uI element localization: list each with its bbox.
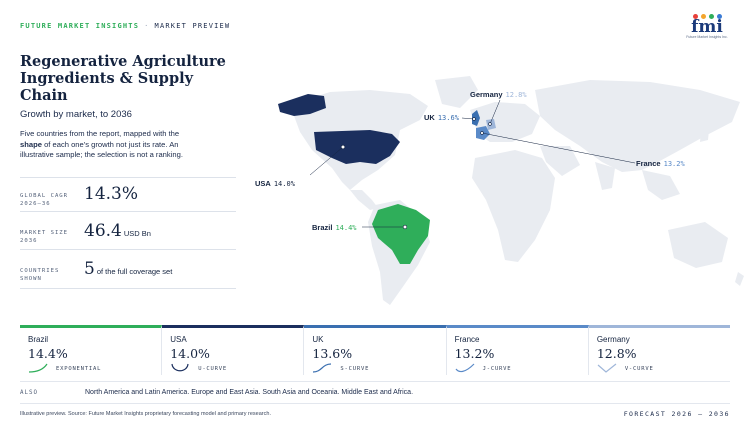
map-label-germany[interactable]: Germany 12.8% <box>470 90 527 99</box>
logo-word: fmi <box>691 17 723 37</box>
card-country-name: USA <box>170 335 187 344</box>
landmass-southeast-asia <box>642 170 680 200</box>
eyebrow-separator: · <box>144 22 150 30</box>
card-growth-shape: S-CURVE <box>340 366 370 372</box>
also-label: ALSO <box>20 390 38 396</box>
v-curve-icon <box>597 363 617 373</box>
stat-value: 14.3% <box>84 184 138 204</box>
card-growth-shape: U-CURVE <box>198 366 227 372</box>
footer-source: Illustrative preview. Source: Future Mar… <box>20 411 271 417</box>
map-label-rate: 14.0% <box>273 180 295 188</box>
landmass-africa <box>472 150 555 262</box>
landmass-central-america <box>350 190 378 210</box>
map-label-country: France <box>636 159 661 168</box>
world-landmass <box>290 76 744 305</box>
landmass-new-zealand <box>735 272 744 286</box>
card-country-name: UK <box>312 335 324 344</box>
card-growth-rate: 13.2% <box>454 346 495 361</box>
exponential-curve-icon <box>28 363 48 373</box>
page-title: Regenerative Agriculture Ingredients & S… <box>20 53 226 104</box>
cagr-value: 14.3% <box>84 184 139 204</box>
logo-subtitle: Future Market Insights Inc. <box>686 35 728 39</box>
country-card-usa[interactable]: USA 14.0% U-CURVE <box>162 325 305 375</box>
eyebrow: FUTURE MARKET INSIGHTS · MARKET PREVIEW <box>20 22 230 30</box>
card-growth-rate: 13.6% <box>312 346 353 361</box>
pin-uk[interactable] <box>472 117 476 121</box>
card-growth-rate: 14.0% <box>170 346 210 361</box>
also-regions: North America and Latin America. Europe … <box>85 389 414 396</box>
card-growth-shape: V-CURVE <box>624 366 654 372</box>
card-country-name: France <box>454 335 480 344</box>
map-label-country: UK <box>424 113 435 122</box>
stat-label: MARKET SIZE 2036 <box>20 230 69 244</box>
u-curve-icon <box>171 363 189 372</box>
stat-market-size: MARKET SIZE 2036 46.4 USD Bn <box>20 211 236 249</box>
stat-global-cagr: GLOBAL CAGR 2026–36 14.3% <box>20 177 236 211</box>
stat-countries-shown: COUNTRIES SHOWN 5 of the full coverage se… <box>20 249 236 289</box>
country-card-germany[interactable]: Germany 12.8% V-CURVE <box>588 325 731 375</box>
card-country-name: Germany <box>596 335 630 344</box>
map-label-country: Brazil <box>312 223 333 232</box>
map-label-rate: 13.6% <box>437 114 459 122</box>
map-label-rate: 14.4% <box>335 224 357 232</box>
pin-usa[interactable] <box>340 144 346 150</box>
also-row: ALSO North America and Latin America. Eu… <box>20 381 730 404</box>
pin-brazil[interactable] <box>402 224 408 230</box>
j-curve-icon <box>455 363 475 373</box>
brand-name: FUTURE MARKET INSIGHTS <box>20 22 140 30</box>
countries-note: of the full coverage set <box>96 267 173 276</box>
map-label-france[interactable]: France 13.2% <box>636 159 685 168</box>
stat-value: 46.4 USD Bn <box>84 221 151 241</box>
map-label-usa[interactable]: USA 14.0% <box>255 179 295 188</box>
section-name: MARKET PREVIEW <box>154 22 231 30</box>
world-map: Germany 12.8% UK 13.6% France 13.2% USA 14.0… <box>250 50 750 315</box>
country-card-france[interactable]: France 13.2% J-CURVE <box>446 325 589 375</box>
map-label-rate: 12.8% <box>505 91 527 99</box>
page-subtitle: Growth by market, to 2036 <box>20 109 132 120</box>
map-label-country: Germany <box>470 90 503 99</box>
card-growth-rate: 12.8% <box>596 346 637 361</box>
map-label-rate: 13.2% <box>663 160 685 168</box>
description-bold: shape <box>20 139 42 149</box>
stat-label: COUNTRIES SHOWN <box>20 268 60 282</box>
countries-value: 5 <box>84 259 95 279</box>
map-label-brazil[interactable]: Brazil 14.4% <box>312 223 357 232</box>
country-card-brazil[interactable]: Brazil 14.4% EXPONENTIAL <box>20 325 163 375</box>
market-size-unit: USD Bn <box>123 229 151 238</box>
pin-germany[interactable] <box>488 122 492 126</box>
card-growth-shape: J-CURVE <box>482 366 512 372</box>
description-post: of each one's growth not just its rate. … <box>20 139 183 160</box>
map-label-country: USA <box>255 179 271 188</box>
s-curve-icon <box>313 363 332 373</box>
fmi-logo[interactable]: fmi Future Market Insights Inc. <box>684 14 730 44</box>
description-pre: Five countries from the report, mapped w… <box>20 129 180 138</box>
card-country-name: Brazil <box>28 335 49 344</box>
card-growth-rate: 14.4% <box>28 346 68 361</box>
market-size-value: 46.4 <box>84 221 122 241</box>
country-cards: Brazil 14.4% EXPONENTIAL USA 14.0% U-CUR… <box>20 325 731 375</box>
stat-value: 5 of the full coverage set <box>84 259 172 279</box>
description: Five countries from the report, mapped w… <box>20 129 200 161</box>
forecast-period: FORECAST 2026 – 2036 <box>623 410 730 418</box>
country-card-uk[interactable]: UK 13.6% S-CURVE <box>304 325 447 375</box>
map-label-uk[interactable]: UK 13.6% <box>424 113 459 122</box>
stat-label: GLOBAL CAGR 2026–36 <box>20 193 69 207</box>
card-growth-shape: EXPONENTIAL <box>56 366 102 372</box>
pin-france[interactable] <box>480 131 484 135</box>
landmass-australia <box>668 222 728 268</box>
